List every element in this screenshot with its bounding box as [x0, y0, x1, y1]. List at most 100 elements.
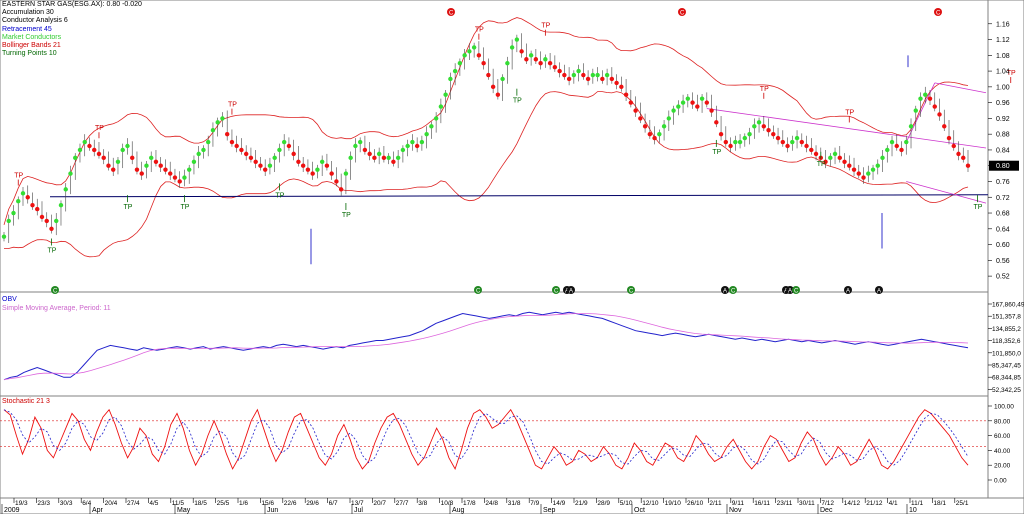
conductor-dot [899, 147, 904, 153]
conductor-dot [291, 151, 296, 157]
conductor-dot [927, 96, 933, 101]
conductor-dot [452, 68, 458, 74]
tp-top-label: TP [760, 86, 769, 93]
conductor-dot [253, 159, 258, 164]
conductor-dot [676, 104, 681, 109]
x-date-label: 21/12 [866, 500, 883, 507]
conductor-dot [305, 167, 311, 172]
conductor-dot [543, 57, 548, 62]
conductor-dot [880, 155, 885, 161]
conductor-dot [832, 151, 838, 157]
conductor-dot [951, 143, 956, 149]
conductor-dot [937, 112, 942, 117]
conductor-dot [619, 84, 624, 90]
conductor-dot [196, 151, 201, 157]
conductor-dot [614, 80, 619, 86]
conductor-dot [538, 61, 543, 66]
conductor-dot [329, 171, 334, 176]
stochastic-tick-label: 0.00 [994, 478, 1007, 485]
conductor-dot [866, 171, 871, 176]
conductor-dot [39, 214, 45, 220]
conductor-dot [628, 100, 634, 105]
conductor-dot [861, 175, 866, 180]
tp-top-label: TP [541, 23, 550, 30]
conductor-dot [704, 100, 710, 105]
conductor-dot [718, 131, 724, 137]
conductor-dot [96, 151, 102, 157]
conductor-dot [111, 167, 116, 172]
sma-label: Simple Moving Average, Period: 11 [2, 305, 111, 312]
conductor-dot [338, 187, 344, 192]
conductor-dot [695, 104, 700, 109]
conductor-dot [856, 171, 861, 176]
x-date-label: 18/1 [933, 500, 946, 507]
conductor-dot [851, 167, 857, 172]
stochastic-tick-label: 80.00 [994, 418, 1011, 425]
bottom-signal-letter: C [629, 289, 634, 295]
conductor-dot [20, 191, 26, 196]
conductor-dot [191, 159, 197, 164]
conductor-dot [671, 108, 676, 113]
conductor-dot [448, 76, 453, 82]
conductor-dot [505, 61, 510, 66]
conductor-dot [799, 139, 804, 145]
conductor-dot [234, 143, 239, 149]
conductor-dot [153, 159, 159, 164]
obv-tick-label: 134,855,2 [992, 326, 1021, 333]
conductor-dot [429, 124, 434, 129]
conductor-dot [913, 108, 918, 113]
conductor-dot [92, 147, 97, 153]
x-date-label: 4/1 [889, 500, 898, 507]
conductor-dot [258, 163, 263, 168]
x-date-label: 11/1 [911, 500, 924, 507]
conductor-dot [562, 72, 567, 78]
price-tick-label: 0.92 [996, 116, 1010, 123]
chart-title: EASTERN STAR GAS(ESG.AX): 0.80 -0.020 [2, 1, 142, 8]
conductor-dot [889, 139, 895, 145]
bottom-signal-letter: C [476, 289, 481, 295]
conductor-dot [215, 120, 220, 125]
x-date-label: 25/1 [956, 500, 969, 507]
conductor-dot [761, 124, 767, 129]
x-date-label: 31/8 [508, 500, 521, 507]
bottom-signal-letter: A [846, 289, 850, 295]
x-date-label: 2/11 [709, 500, 722, 507]
conductor-dot [600, 76, 605, 82]
conductor-dot [115, 159, 121, 164]
x-date-label: 27/7 [396, 500, 409, 507]
stochastic-tick-label: 20.00 [994, 463, 1011, 470]
conductor-dot [728, 143, 733, 149]
conductor-dot [210, 128, 216, 133]
tp-bottom-label: TP [817, 161, 826, 168]
conductor-dot [528, 53, 534, 58]
x-month-label: Oct [634, 507, 645, 514]
conductor-dot [376, 151, 382, 157]
conductor-dot [11, 210, 16, 216]
conductor-dot [44, 218, 49, 224]
conductor-dot [300, 163, 306, 168]
tp-bottom-label: TP [712, 149, 721, 156]
conductor-dot [319, 159, 325, 164]
bottom-signal-letter: C [794, 289, 799, 295]
conductor-dot [462, 53, 467, 58]
conductor-dot [101, 155, 106, 161]
x-month-label: 10 [909, 507, 917, 514]
price-tick-label: 1.00 [996, 84, 1010, 91]
conductor-dot [481, 61, 486, 66]
conductor-dot [205, 139, 211, 145]
x-date-label: 12/10 [642, 500, 659, 507]
conductor-dot [229, 139, 235, 145]
stochastic-tick-label: 40.00 [994, 448, 1011, 455]
c-signal-letter: C [680, 11, 685, 17]
stock-chart[interactable]: TPTPTPTPTPTPTPTPTPTPTPTPTPTPTPTPTPTP CCC… [0, 0, 1024, 514]
conductor-dot [476, 53, 482, 58]
conductor-dot [742, 135, 748, 141]
tp-bottom-label: TP [123, 204, 132, 211]
conductor-dot [595, 72, 600, 78]
conductor-dot [780, 139, 785, 145]
bottom-signal-letter: A [569, 289, 573, 295]
x-month-label: Dec [820, 507, 833, 514]
x-date-label: 13/7 [351, 500, 364, 507]
conductor-dot [604, 72, 610, 78]
conductor-dot [58, 202, 64, 208]
